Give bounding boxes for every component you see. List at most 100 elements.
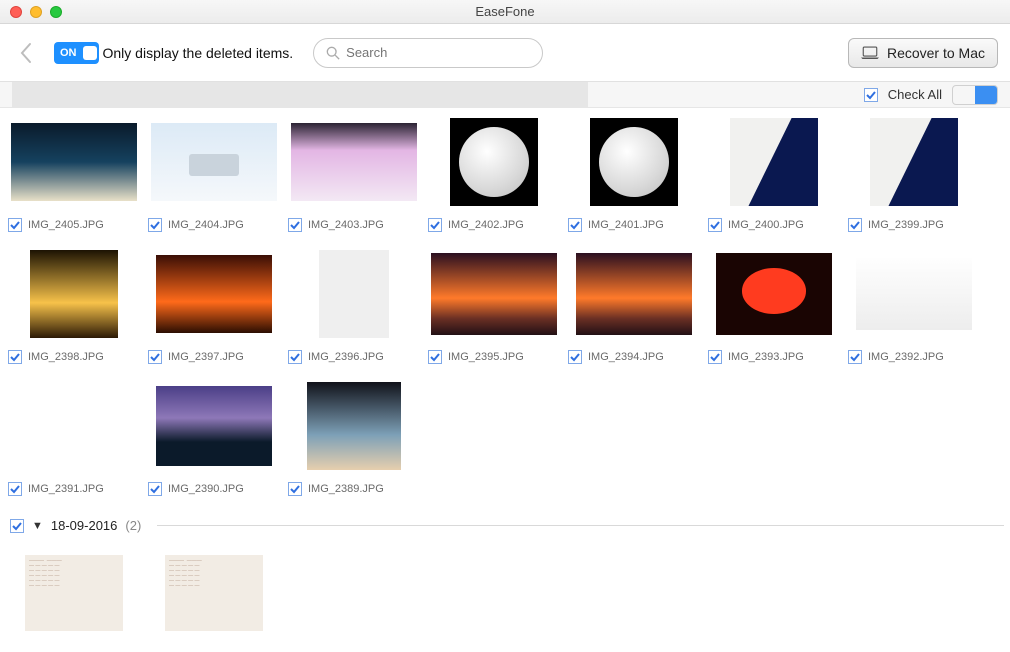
view-list-button[interactable] [953, 86, 975, 104]
checkmark-icon [12, 521, 22, 531]
recover-to-mac-button[interactable]: Recover to Mac [848, 38, 998, 68]
thumbnail[interactable] [284, 112, 424, 212]
thumbnail[interactable] [564, 244, 704, 344]
deleted-only-toggle[interactable]: ON [54, 42, 99, 64]
photo-item[interactable]: IMG_2401.JPG [564, 112, 704, 232]
photo-grid: IMG_2405.JPGIMG_2404.JPGIMG_2403.JPGIMG_… [4, 112, 1010, 508]
file-name: IMG_2404.JPG [168, 219, 244, 231]
item-checkbox[interactable] [848, 218, 862, 232]
item-checkbox[interactable] [148, 482, 162, 496]
back-button[interactable] [12, 39, 40, 67]
thumbnail[interactable] [144, 244, 284, 344]
checkmark-icon [430, 220, 440, 230]
item-checkbox[interactable] [148, 350, 162, 364]
item-checkbox[interactable] [8, 218, 22, 232]
checkmark-icon [710, 352, 720, 362]
item-checkbox[interactable] [288, 218, 302, 232]
item-checkbox[interactable] [568, 350, 582, 364]
group-count: (2) [125, 518, 141, 533]
checkmark-icon [850, 220, 860, 230]
group-checkbox[interactable] [10, 519, 24, 533]
photo-item[interactable]: IMG_2405.JPG [4, 112, 144, 232]
thumbnail[interactable] [284, 244, 424, 344]
thumbnail[interactable] [424, 244, 564, 344]
photo-item[interactable]: IMG_2389.JPG [284, 376, 424, 496]
content-scroll[interactable]: IMG_2405.JPGIMG_2404.JPGIMG_2403.JPGIMG_… [0, 108, 1010, 652]
thumbnail[interactable]: ——— ——— — — — — — — — — — — — — — — — — … [4, 543, 144, 643]
photo-item[interactable]: IMG_2398.JPG [4, 244, 144, 364]
thumb-image [30, 250, 118, 338]
checkmark-icon [430, 352, 440, 362]
thumb-image [870, 118, 958, 206]
photo-item[interactable]: IMG_2402.JPG [424, 112, 564, 232]
photo-item[interactable]: IMG_2392.JPG [844, 244, 984, 364]
thumb-image [450, 118, 538, 206]
view-grid-button[interactable] [975, 86, 997, 104]
checkmark-icon [150, 484, 160, 494]
photo-item[interactable]: IMG_2395.JPG [424, 244, 564, 364]
file-row: IMG_2402.JPG [424, 212, 524, 232]
item-checkbox[interactable] [708, 350, 722, 364]
file-name: IMG_2390.JPG [168, 483, 244, 495]
thumb-image [431, 253, 557, 335]
tab-3[interactable] [396, 82, 588, 108]
toggle-text: ON [60, 47, 77, 59]
checkmark-icon [290, 220, 300, 230]
thumbnail[interactable] [144, 376, 284, 476]
photo-item[interactable]: IMG_2399.JPG [844, 112, 984, 232]
search-field[interactable] [313, 38, 543, 68]
thumbnail[interactable] [4, 376, 144, 476]
thumbnail[interactable] [144, 112, 284, 212]
thumb-image: ——— ——— — — — — — — — — — — — — — — — — … [165, 555, 263, 631]
item-checkbox[interactable] [428, 350, 442, 364]
item-checkbox[interactable] [148, 218, 162, 232]
toolbar: ON Only display the deleted items. Recov… [0, 24, 1010, 82]
photo-item[interactable]: IMG_2396.JPG [284, 244, 424, 364]
photo-item[interactable]: IMG_2404.JPG [144, 112, 284, 232]
thumbnail[interactable] [844, 112, 984, 212]
photo-item[interactable]: IMG_2400.JPG [704, 112, 844, 232]
item-checkbox[interactable] [8, 482, 22, 496]
photo-item[interactable]: ——— ——— — — — — — — — — — — — — — — — — … [4, 543, 144, 643]
thumbnail[interactable] [564, 112, 704, 212]
item-checkbox[interactable] [288, 482, 302, 496]
thumbnail[interactable] [284, 376, 424, 476]
thumbnail[interactable] [424, 112, 564, 212]
thumbnail[interactable] [4, 112, 144, 212]
photo-item[interactable]: IMG_2393.JPG [704, 244, 844, 364]
check-all-checkbox[interactable] [864, 88, 878, 102]
search-icon [326, 46, 340, 60]
search-input[interactable] [346, 45, 530, 60]
item-checkbox[interactable] [848, 350, 862, 364]
file-row: IMG_2405.JPG [4, 212, 104, 232]
photo-item[interactable]: IMG_2391.JPG [4, 376, 144, 496]
item-checkbox[interactable] [288, 350, 302, 364]
file-name: IMG_2395.JPG [448, 351, 524, 363]
file-row: IMG_2397.JPG [144, 344, 244, 364]
photo-grid-2: ——— ——— — — — — — — — — — — — — — — — — … [4, 543, 1010, 652]
photo-item[interactable]: ——— ——— — — — — — — — — — — — — — — — — … [144, 543, 284, 643]
thumbnail[interactable] [4, 244, 144, 344]
item-checkbox[interactable] [568, 218, 582, 232]
file-row: IMG_2399.JPG [844, 212, 944, 232]
tab-1[interactable] [12, 82, 204, 108]
file-row: IMG_2396.JPG [284, 344, 384, 364]
tab-2[interactable] [204, 82, 396, 108]
collapse-arrow-icon[interactable]: ▼ [32, 520, 43, 532]
photo-item[interactable]: IMG_2390.JPG [144, 376, 284, 496]
item-checkbox[interactable] [8, 350, 22, 364]
file-row: IMG_2389.JPG [284, 476, 384, 496]
category-tabs [12, 82, 854, 108]
recover-label: Recover to Mac [887, 45, 985, 61]
item-checkbox[interactable] [708, 218, 722, 232]
thumb-image [151, 123, 277, 201]
photo-item[interactable]: IMG_2397.JPG [144, 244, 284, 364]
thumbnail[interactable] [704, 244, 844, 344]
item-checkbox[interactable] [428, 218, 442, 232]
thumbnail[interactable]: ——— ——— — — — — — — — — — — — — — — — — … [144, 543, 284, 643]
checkmark-icon [10, 484, 20, 494]
thumbnail[interactable] [704, 112, 844, 212]
photo-item[interactable]: IMG_2403.JPG [284, 112, 424, 232]
photo-item[interactable]: IMG_2394.JPG [564, 244, 704, 364]
thumbnail[interactable] [844, 244, 984, 344]
